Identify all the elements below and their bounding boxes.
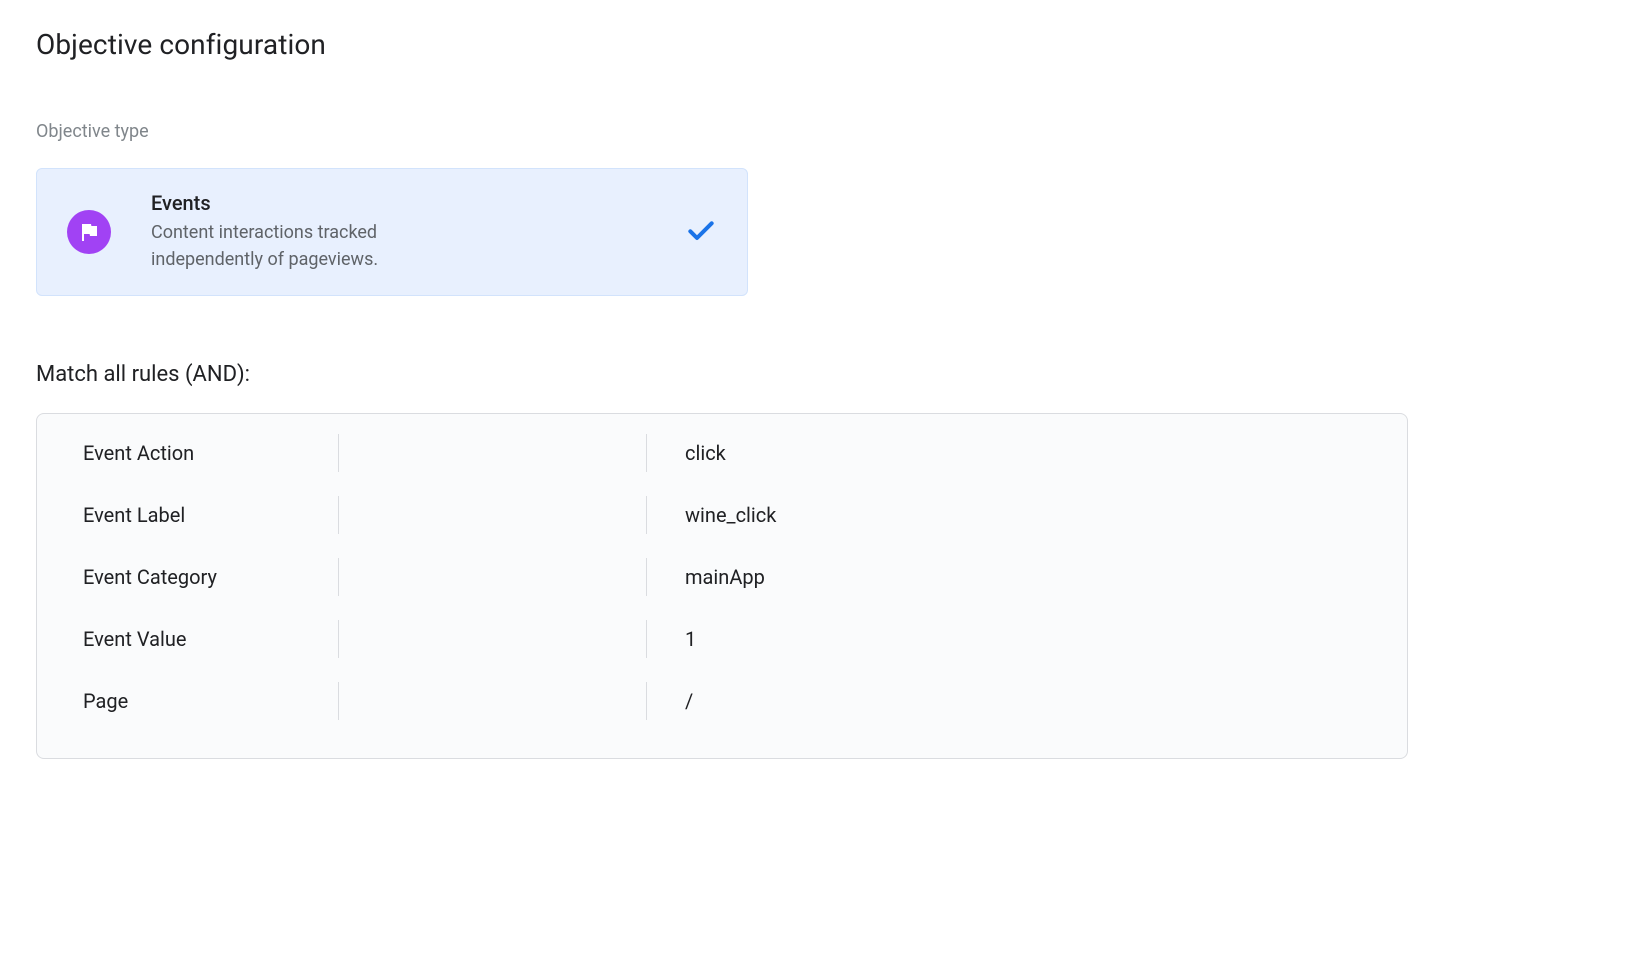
- rule-name: Page: [37, 689, 339, 713]
- rule-name: Event Category: [37, 565, 339, 589]
- rule-name: Event Value: [37, 627, 339, 651]
- rule-value: wine_click: [647, 503, 1407, 527]
- rules-heading: Match all rules (AND):: [36, 362, 1606, 387]
- rule-value: mainApp: [647, 565, 1407, 589]
- objective-type-description: Content interactions tracked independent…: [151, 219, 491, 273]
- rule-row: Event Label wine_click: [37, 484, 1407, 546]
- rule-row: Page /: [37, 670, 1407, 732]
- objective-type-card[interactable]: Events Content interactions tracked inde…: [36, 168, 748, 296]
- rule-value: click: [647, 441, 1407, 465]
- rule-row: Event Action click: [37, 422, 1407, 484]
- objective-type-text: Events Content interactions tracked inde…: [151, 191, 665, 273]
- rule-name: Event Label: [37, 503, 339, 527]
- rule-row: Event Category mainApp: [37, 546, 1407, 608]
- flag-icon: [67, 210, 111, 254]
- rule-value: 1: [647, 627, 1407, 651]
- rule-name: Event Action: [37, 441, 339, 465]
- rule-row: Event Value 1: [37, 608, 1407, 670]
- page-title: Objective configuration: [36, 28, 1606, 61]
- check-icon: [685, 214, 717, 250]
- rules-box: Event Action click Event Label wine_clic…: [36, 413, 1408, 759]
- objective-type-label: Objective type: [36, 121, 1606, 142]
- objective-type-title: Events: [151, 191, 665, 215]
- rule-value: /: [647, 689, 1407, 713]
